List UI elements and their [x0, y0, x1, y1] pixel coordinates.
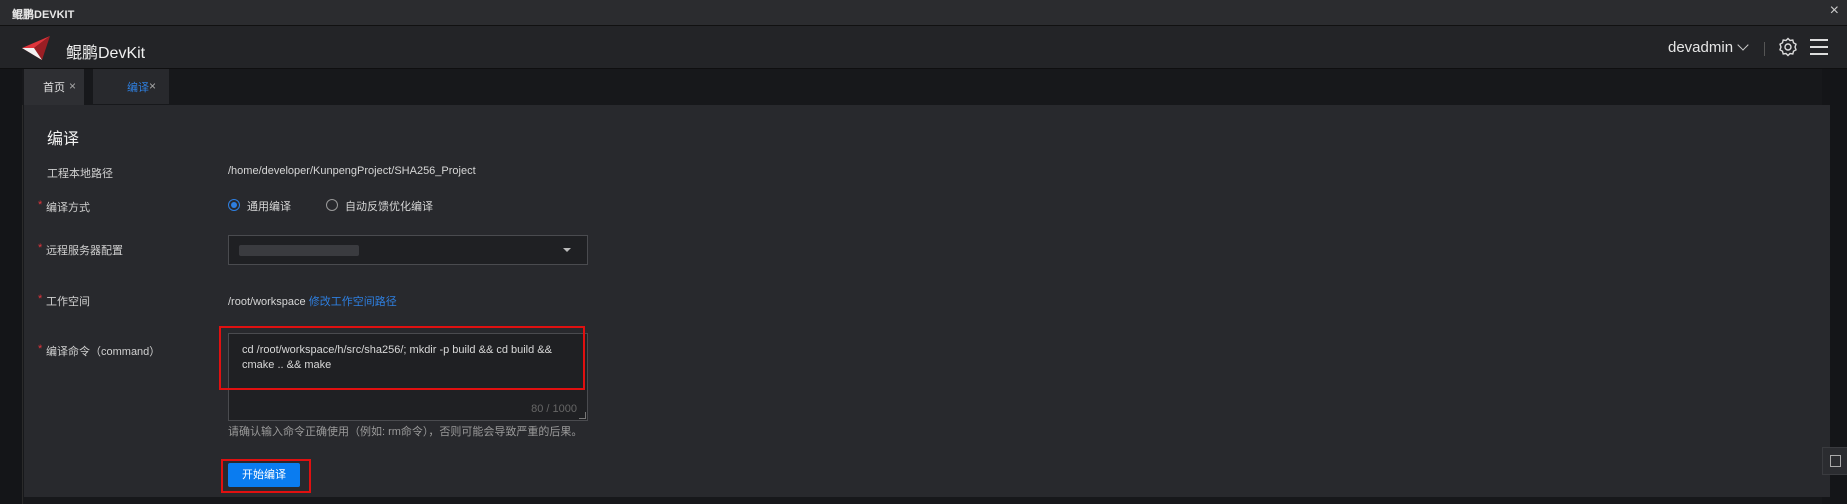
workspace-label: 工作空间 — [46, 296, 90, 308]
chevron-down-icon — [1737, 39, 1749, 51]
required-mark: * — [38, 343, 43, 355]
required-mark: * — [38, 199, 43, 211]
remote-server-select[interactable] — [228, 235, 588, 265]
user-name: devadmin — [1668, 39, 1734, 56]
char-counter: 80 / 1000 — [531, 403, 577, 415]
brand-name: 鲲鹏DevKit — [66, 45, 146, 62]
required-mark: * — [38, 293, 43, 305]
tab-home-label: 首页 — [43, 82, 65, 94]
resize-handle[interactable] — [579, 412, 586, 419]
tab-home[interactable]: 首页 × — [24, 69, 84, 106]
caret-down-icon — [563, 248, 571, 252]
workspace-value: /root/workspace — [228, 296, 306, 308]
tab-compile-label: 编译 — [127, 82, 149, 94]
edit-note-icon — [1830, 455, 1841, 467]
command-hint: 请确认输入命令正确使用（例如: rm命令），否则可能会导致严重的后果。 — [228, 426, 583, 438]
window-close-icon[interactable]: × — [1830, 2, 1839, 20]
radio-label: 通用编译 — [247, 201, 291, 213]
menu-icon[interactable] — [1810, 39, 1828, 55]
kunpeng-logo-icon — [22, 36, 50, 60]
highlight-box-command — [219, 326, 585, 390]
app-header: 鲲鹏DevKit devadmin — [0, 26, 1847, 69]
window-titlebar: 鲲鹏DEVKIT × — [0, 0, 1847, 26]
redacted-value — [239, 245, 359, 256]
close-icon[interactable]: × — [69, 79, 76, 93]
radio-unchecked-icon — [326, 199, 338, 211]
remote-server-label: 远程服务器配置 — [46, 245, 123, 257]
workspace-path: /root/workspace 修改工作空间路径 — [228, 293, 397, 309]
required-mark: * — [38, 242, 43, 254]
tab-compile[interactable]: 编译 × — [93, 69, 169, 104]
window-title: 鲲鹏DEVKIT — [12, 9, 75, 21]
side-feedback-widget[interactable] — [1822, 447, 1847, 475]
header-divider — [1764, 42, 1765, 56]
change-workspace-link[interactable]: 修改工作空间路径 — [309, 296, 397, 308]
radio-label: 自动反馈优化编译 — [345, 201, 433, 213]
left-strip — [0, 69, 23, 504]
start-compile-button[interactable]: 开始编译 — [228, 463, 300, 487]
page-title: 编译 — [47, 131, 80, 148]
project-path-label: 工程本地路径 — [47, 168, 113, 180]
command-label: 编译命令（command） — [46, 346, 161, 358]
gear-icon[interactable] — [1778, 37, 1798, 57]
tab-bar: 首页 × 编译 × — [22, 69, 1822, 106]
user-menu[interactable]: devadmin — [1668, 39, 1749, 56]
project-path-value: /home/developer/KunpengProject/SHA256_Pr… — [228, 165, 476, 177]
radio-checked-icon — [228, 199, 240, 211]
compile-mode-label: 编译方式 — [46, 202, 90, 214]
close-icon[interactable]: × — [149, 79, 156, 93]
